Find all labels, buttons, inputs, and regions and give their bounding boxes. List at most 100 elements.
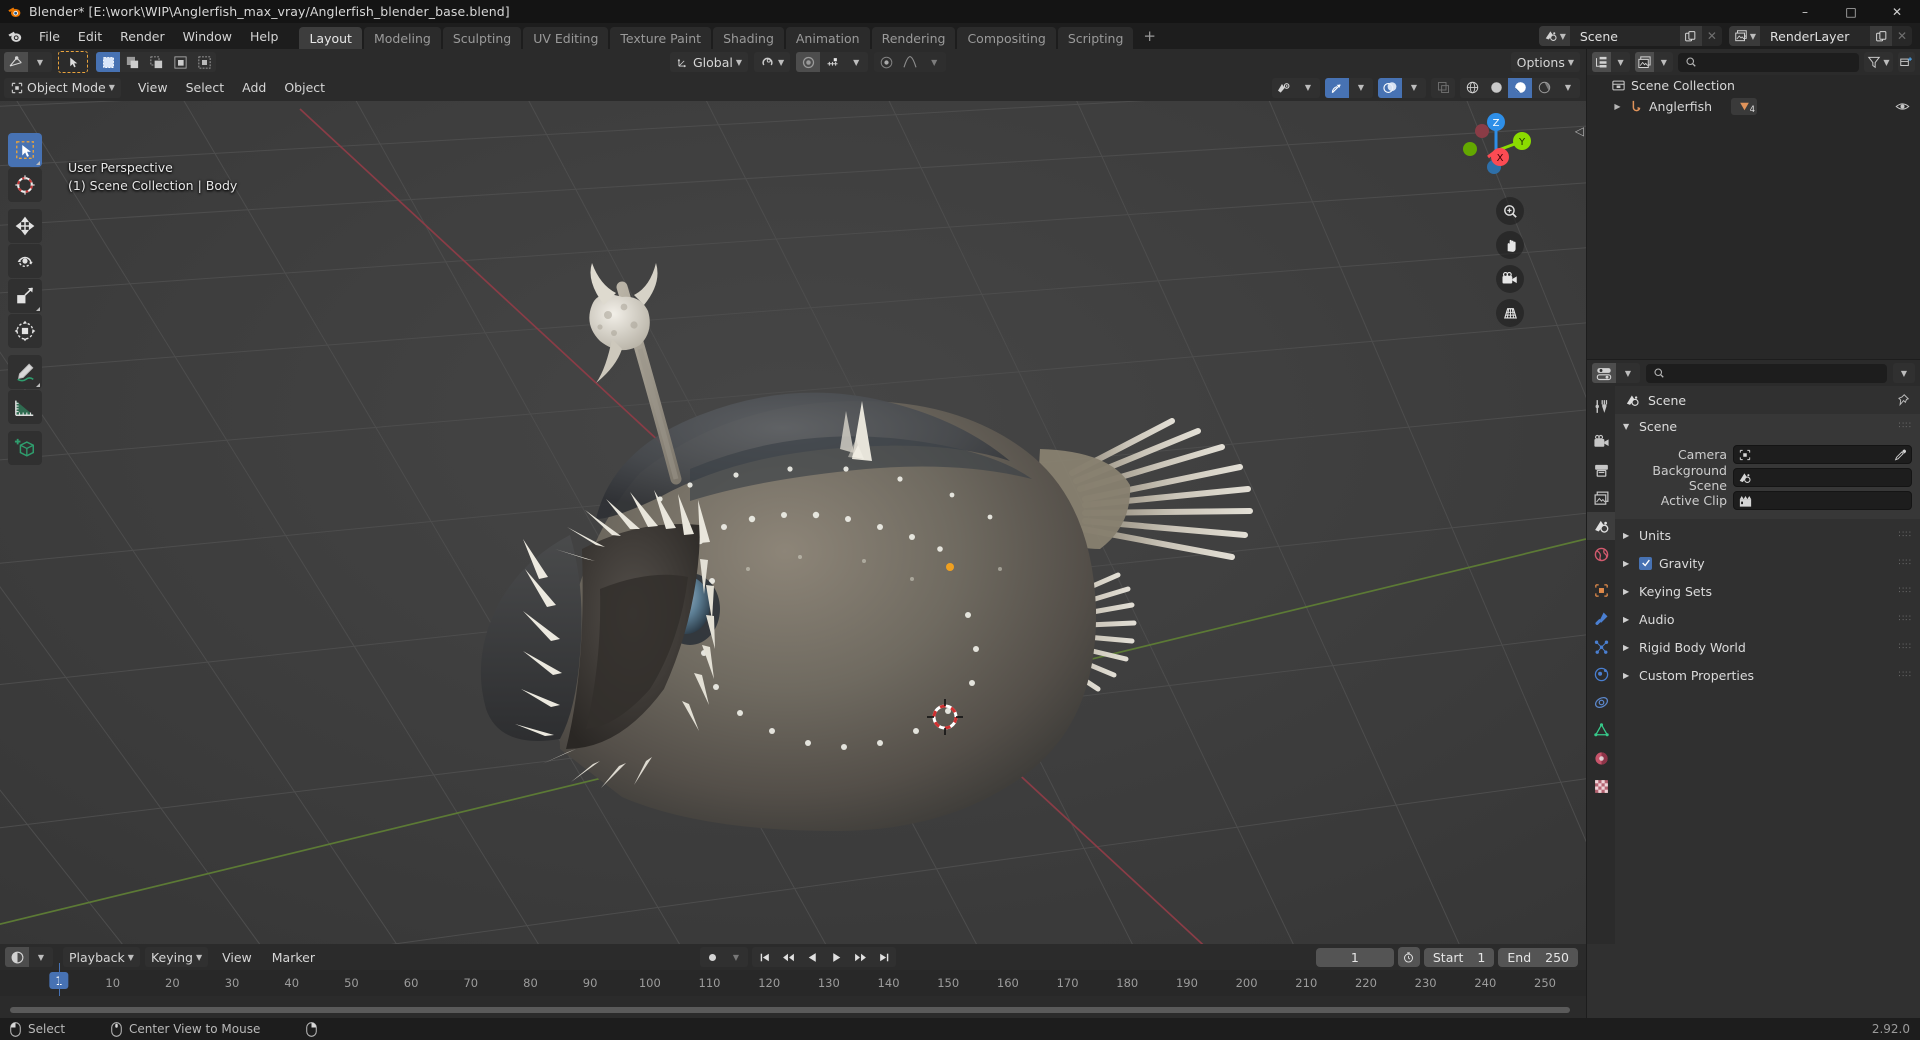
outliner-row-scene-collection[interactable]: Scene Collection xyxy=(1587,75,1920,96)
tab-object-data[interactable] xyxy=(1587,716,1615,744)
timeline-menu-playback[interactable]: Playback ▼ xyxy=(63,947,140,967)
object-mode-selector[interactable]: Object Mode ▼ xyxy=(4,77,121,98)
viewport-menu-view[interactable]: View xyxy=(129,77,177,98)
start-frame-field[interactable]: Start 1 xyxy=(1423,947,1495,967)
properties-type-chevron[interactable]: ▼ xyxy=(1616,363,1640,383)
unlink-scene-button[interactable]: ✕ xyxy=(1702,26,1722,46)
workspace-tab-rendering[interactable]: Rendering xyxy=(871,27,956,49)
auto-keying-group[interactable]: ▼ xyxy=(700,947,748,967)
timeline-type-chevron[interactable]: ▼ xyxy=(29,947,53,967)
anglerfish-model[interactable] xyxy=(0,49,1586,944)
timeline-menu-keying[interactable]: Keying ▼ xyxy=(144,947,209,967)
tool-rotate[interactable] xyxy=(8,244,42,278)
timeline-keyframe-area[interactable] xyxy=(0,996,1586,1018)
gizmo-group[interactable]: ▼ xyxy=(1325,77,1373,98)
menu-help[interactable]: Help xyxy=(241,26,288,47)
jump-to-next-keyframe-button[interactable] xyxy=(848,947,872,967)
viewlayer-name[interactable]: RenderLayer xyxy=(1760,26,1870,46)
falloff-chevron[interactable]: ▼ xyxy=(922,52,946,72)
tool-annotate[interactable] xyxy=(8,355,42,389)
play-button[interactable] xyxy=(824,947,848,967)
properties-search-box[interactable] xyxy=(1646,363,1887,383)
viewport-menu-select[interactable]: Select xyxy=(177,77,234,98)
viewport-menu-object[interactable]: Object xyxy=(275,77,334,98)
properties-editor-type[interactable]: ▼ xyxy=(1592,363,1640,383)
snap-to-button[interactable]: ▼ xyxy=(754,52,791,72)
tab-constraints[interactable] xyxy=(1587,688,1615,716)
eyedropper-icon[interactable] xyxy=(1893,448,1907,462)
scene-browse-button[interactable]: ▼ xyxy=(1538,26,1570,46)
outliner-filter-button[interactable]: ▼ xyxy=(1864,52,1893,72)
use-preview-range-button[interactable] xyxy=(1397,947,1420,967)
outliner-search-box[interactable] xyxy=(1678,52,1860,72)
panel-header-units[interactable]: ▶ Units ∷∷ xyxy=(1615,523,1920,547)
visibility-chevron[interactable]: ▼ xyxy=(1296,78,1320,98)
panel-drag-dots[interactable]: ∷∷ xyxy=(1899,530,1912,540)
editor-type-icon[interactable] xyxy=(4,52,28,72)
select-extend-icon[interactable] xyxy=(120,52,144,72)
timeline-editor[interactable]: ▼ Playback ▼ Keying ▼ View Marker ▼ 1 St… xyxy=(0,944,1586,1018)
wireframe-shading-icon[interactable] xyxy=(1460,78,1484,98)
workspace-tab-animation[interactable]: Animation xyxy=(785,27,870,49)
view-layer-icon[interactable] xyxy=(1635,52,1655,72)
sidebar-toggle-arrow[interactable]: ◁ xyxy=(1575,124,1584,138)
viewport-menu-add[interactable]: Add xyxy=(233,77,275,98)
tab-output[interactable] xyxy=(1587,456,1615,484)
workspace-tab-sculpting[interactable]: Sculpting xyxy=(442,27,522,49)
eye-visibility-icon[interactable] xyxy=(1895,100,1910,113)
active-clip-field[interactable] xyxy=(1733,491,1912,510)
panel-header-keying-sets[interactable]: ▶ Keying Sets ∷∷ xyxy=(1615,579,1920,603)
menu-file[interactable]: File xyxy=(30,26,69,47)
editor-type-chevron[interactable]: ▼ xyxy=(28,52,52,72)
timeline-ruler[interactable]: 10 20 30 40 50 60 70 80 90 100 110 120 130 140 150 160 1… xyxy=(0,970,1586,996)
visibility-icon[interactable] xyxy=(1272,78,1296,98)
properties-icon[interactable] xyxy=(1592,363,1616,383)
camera-view-button[interactable] xyxy=(1496,265,1524,293)
properties-options-button[interactable]: ▼ xyxy=(1893,363,1915,383)
panel-header-rigid-body-world[interactable]: ▶ Rigid Body World ∷∷ xyxy=(1615,635,1920,659)
workspace-tab-uv-editing[interactable]: UV Editing xyxy=(523,27,609,49)
panel-drag-dots[interactable]: ∷∷ xyxy=(1899,421,1912,431)
solid-shading-icon[interactable] xyxy=(1484,78,1508,98)
material-preview-shading-icon[interactable] xyxy=(1508,77,1532,98)
disclosure-triangle-icon[interactable]: ▶ xyxy=(1611,102,1624,111)
outliner-editor[interactable]: ▼ ▼ ▼ Scene Collection ▶ Anglerfish 4 xyxy=(1587,49,1920,359)
new-collection-button[interactable] xyxy=(1897,52,1915,72)
workspace-tab-scripting[interactable]: Scripting xyxy=(1057,27,1134,49)
pan-button[interactable] xyxy=(1496,231,1524,259)
close-button[interactable]: ✕ xyxy=(1874,0,1920,23)
panel-header-custom-properties[interactable]: ▶ Custom Properties ∷∷ xyxy=(1615,663,1920,687)
panel-drag-dots[interactable]: ∷∷ xyxy=(1899,586,1912,596)
background-scene-field[interactable] xyxy=(1733,468,1912,487)
panel-drag-dots[interactable]: ∷∷ xyxy=(1899,642,1912,652)
add-workspace-button[interactable]: + xyxy=(1135,23,1164,49)
outliner-icon[interactable] xyxy=(1592,52,1612,72)
select-invert-icon[interactable] xyxy=(168,52,192,72)
workspace-tab-shading[interactable]: Shading xyxy=(713,27,784,49)
tool-active-indicator[interactable] xyxy=(58,51,88,73)
scene-selector[interactable]: ▼ Scene ✕ xyxy=(1538,26,1722,46)
workspace-tab-texture-paint[interactable]: Texture Paint xyxy=(610,27,712,49)
panel-drag-dots[interactable]: ∷∷ xyxy=(1899,558,1912,568)
timeline-scrollbar[interactable] xyxy=(10,1007,1570,1013)
viewport-options-button[interactable]: Options ▼ xyxy=(1510,52,1580,72)
maximize-button[interactable]: □ xyxy=(1828,0,1874,23)
snap-chevron[interactable]: ▼ xyxy=(844,52,868,72)
tab-material[interactable] xyxy=(1587,744,1615,772)
select-mode-group[interactable] xyxy=(96,52,216,72)
outliner-search-input[interactable] xyxy=(1702,55,1853,69)
blender-menu-icon[interactable] xyxy=(7,28,24,45)
workspace-tab-layout[interactable]: Layout xyxy=(299,27,362,49)
tab-world[interactable] xyxy=(1587,540,1615,568)
new-scene-button[interactable] xyxy=(1679,26,1702,46)
xray-icon[interactable] xyxy=(1431,78,1455,98)
jump-to-prev-keyframe-button[interactable] xyxy=(776,947,800,967)
outliner-type-chevron[interactable]: ▼ xyxy=(1611,52,1630,72)
object-visibility-group[interactable]: ▼ xyxy=(1272,77,1320,98)
editor-type-selector[interactable]: ▼ xyxy=(4,52,52,72)
tool-add-cube[interactable] xyxy=(8,431,42,465)
auto-key-chevron[interactable]: ▼ xyxy=(724,947,748,967)
minimize-button[interactable]: – xyxy=(1782,0,1828,23)
play-reverse-button[interactable] xyxy=(800,947,824,967)
menu-edit[interactable]: Edit xyxy=(69,26,111,47)
